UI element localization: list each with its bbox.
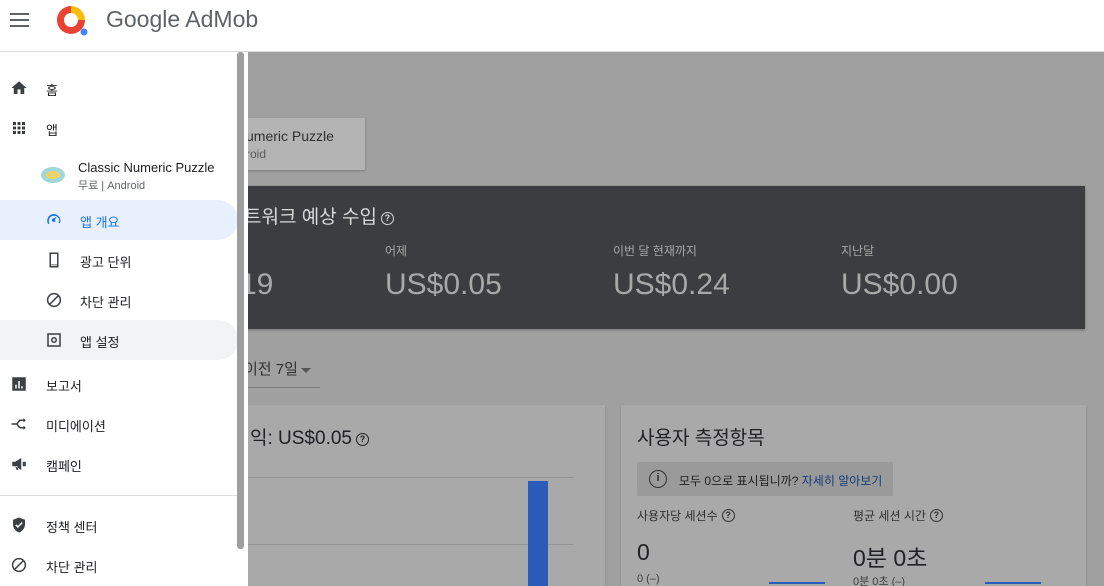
block-icon	[11, 557, 27, 573]
sidebar-item-blocking[interactable]: 차단 관리	[0, 545, 238, 585]
user-metrics-card: 사용자 측정항목 i 모두 0으로 표시됩니까? 자세히 알아보기 사용자당 세…	[621, 405, 1086, 586]
navigation-drawer: 홈 앱 Classic Numeric Puzzle 무료 | Android …	[0, 52, 248, 586]
revenue-bar[interactable]	[528, 481, 548, 586]
learn-more-link[interactable]: 자세히 알아보기	[802, 474, 883, 488]
sidebar-item-label: 앱 개요	[80, 215, 120, 230]
revenue-title: 익: US$0.05?	[250, 423, 369, 450]
help-icon[interactable]: ?	[380, 212, 394, 225]
sidebar-item-label: 앱	[46, 123, 58, 138]
help-icon[interactable]: ?	[929, 509, 943, 522]
stat-label-this-month: 이번 달 현재까지	[613, 244, 697, 258]
sidebar-item-label: 홈	[46, 83, 58, 98]
metric-label-sessions: 사용자당 세션수?	[637, 507, 735, 524]
metric-sub-session-time: 0분 0초 (–)	[853, 576, 906, 586]
sidebar-item-home[interactable]: 홈	[0, 68, 238, 108]
metric-value-session-time: 0분 0초	[853, 545, 928, 571]
sidebar-item-app-settings[interactable]: 앱 설정	[0, 320, 238, 360]
sidebar-item-label: 앱 설정	[80, 335, 120, 350]
chevron-down-icon[interactable]	[301, 368, 311, 373]
chart-gridline	[248, 477, 573, 478]
metric-sub-sessions: 0 (–)	[637, 573, 660, 585]
stat-value-yesterday: US$0.05	[385, 268, 502, 301]
sidebar-item-reports[interactable]: 보고서	[0, 364, 238, 404]
revenue-chart-card: 익: US$0.05?	[210, 405, 605, 586]
gauge-icon	[47, 214, 61, 225]
sidebar-item-blocking-app[interactable]: 차단 관리	[0, 280, 238, 320]
sidebar-item-policy-center[interactable]: 정책 센터	[0, 505, 238, 545]
sidebar-item-campaigns[interactable]: 캠페인	[0, 444, 238, 484]
network-earnings-title: 트워크 예상 수입?	[244, 202, 394, 229]
admob-logo-icon[interactable]	[53, 2, 89, 38]
stat-value-this-month: US$0.24	[613, 268, 730, 301]
sidebar-app-platform: 무료 | Android	[78, 180, 146, 192]
sidebar-item-label: 차단 관리	[80, 295, 132, 310]
stat-label-last-month: 지난달	[841, 244, 875, 258]
home-icon	[11, 81, 27, 94]
shield-check-icon	[13, 517, 25, 533]
sidebar-item-mediation[interactable]: 미디에이션	[0, 404, 238, 444]
hamburger-menu-button[interactable]	[9, 9, 31, 31]
period-dropdown[interactable]: 이전 7일	[244, 358, 298, 379]
metric-value-sessions: 0	[637, 539, 650, 565]
help-icon[interactable]: ?	[355, 433, 369, 446]
period-dropdown-underline	[240, 387, 320, 388]
block-icon	[46, 292, 62, 308]
ad-unit-icon	[49, 252, 59, 268]
network-earnings-card: 트워크 예상 수입? 19 어제 US$0.05 이번 달 현재까지 US$0.…	[200, 186, 1085, 329]
top-app-bar: Google AdMob	[0, 0, 1104, 52]
sidebar-item-label: 정책 센터	[46, 520, 98, 535]
stat-value-last-month: US$0.00	[841, 268, 958, 301]
sidebar-item-label: 차단 관리	[46, 560, 98, 575]
metric-sparkline	[769, 582, 825, 584]
chart-gridline	[248, 544, 573, 545]
sidebar-divider	[0, 495, 238, 496]
bar-chart-icon	[12, 377, 26, 391]
sidebar-item-label: 미디에이션	[46, 419, 106, 434]
stat-label-yesterday: 어제	[385, 244, 408, 258]
sidebar-item-label: 캠페인	[46, 459, 82, 474]
sidebar-scrollbar[interactable]	[237, 52, 244, 549]
user-metrics-title: 사용자 측정항목	[637, 428, 765, 449]
info-icon: i	[649, 470, 667, 488]
sidebar-app-name: Classic Numeric Puzzle	[78, 160, 215, 175]
settings-box-icon	[47, 333, 61, 347]
apps-grid-icon	[13, 122, 25, 134]
app-thumbnail-icon	[41, 167, 65, 183]
sidebar-app-entry[interactable]: Classic Numeric Puzzle 무료 | Android	[0, 152, 238, 200]
megaphone-icon	[12, 458, 26, 470]
metric-label-session-time: 평균 세션 시간?	[853, 507, 943, 524]
app-chip-platform: roid	[246, 147, 267, 161]
info-banner: i 모두 0으로 표시됩니까? 자세히 알아보기	[637, 462, 893, 496]
sidebar-item-apps[interactable]: 앱	[0, 108, 238, 148]
sidebar-item-label: 광고 단위	[80, 255, 132, 270]
brand-title[interactable]: Google AdMob	[106, 6, 258, 33]
sidebar-item-label: 보고서	[46, 379, 82, 394]
sidebar-item-ad-units[interactable]: 광고 단위	[0, 240, 238, 280]
sidebar-item-app-overview[interactable]: 앱 개요	[0, 200, 238, 240]
app-chip-name: umeric Puzzle	[246, 128, 334, 144]
metric-sparkline	[985, 582, 1041, 584]
mediation-icon	[11, 418, 26, 430]
info-banner-text: 모두 0으로 표시됩니까? 자세히 알아보기	[679, 474, 883, 488]
help-icon[interactable]: ?	[721, 509, 735, 522]
